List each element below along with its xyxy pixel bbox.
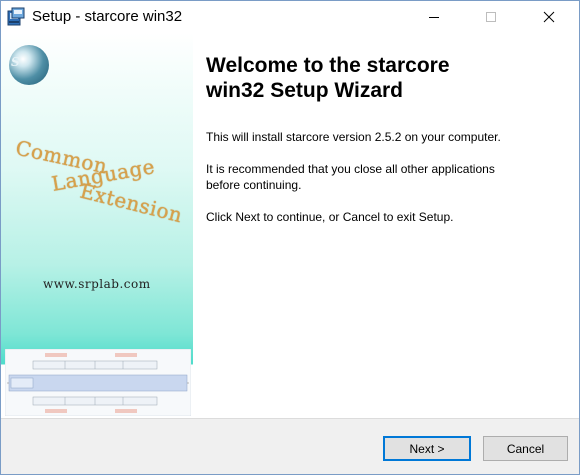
close-icon (543, 11, 555, 23)
title-bar[interactable]: Setup - starcore win32 (1, 1, 579, 33)
architecture-diagram (5, 349, 191, 416)
instructions-text: Click Next to continue, or Cancel to exi… (206, 210, 454, 224)
next-button[interactable]: Next > (383, 436, 471, 461)
install-info-text: This will install starcore version 2.5.2… (206, 130, 501, 144)
setup-app-icon (7, 7, 25, 26)
button-bar: Next > Cancel (1, 418, 579, 474)
setup-window: Setup - starcore win32 S Common Language… (0, 0, 580, 475)
maximize-button[interactable] (468, 1, 514, 33)
close-apps-line2: before continuing. (206, 178, 302, 192)
close-button[interactable] (526, 1, 572, 33)
cancel-button[interactable]: Cancel (483, 436, 568, 461)
wizard-banner-image: S Common Language Extension www.srplab.c… (1, 33, 193, 418)
welcome-heading-line1: Welcome to the starcore (206, 54, 450, 77)
welcome-content: Welcome to the starcore win32 Setup Wiza… (206, 53, 566, 224)
window-title: Setup - starcore win32 (32, 8, 183, 25)
welcome-heading-line2: win32 Setup Wizard (206, 79, 404, 102)
banner-website: www.srplab.com (43, 277, 151, 291)
banner-text-extension: Extension (77, 178, 186, 228)
close-apps-text: It is recommended that you close all oth… (206, 161, 495, 193)
close-apps-line1: It is recommended that you close all oth… (206, 162, 495, 176)
logo-letters: S (11, 55, 20, 69)
maximize-icon (486, 12, 496, 22)
minimize-button[interactable] (411, 1, 457, 33)
welcome-heading: Welcome to the starcore win32 Setup Wiza… (206, 53, 566, 103)
minimize-icon (429, 17, 439, 18)
